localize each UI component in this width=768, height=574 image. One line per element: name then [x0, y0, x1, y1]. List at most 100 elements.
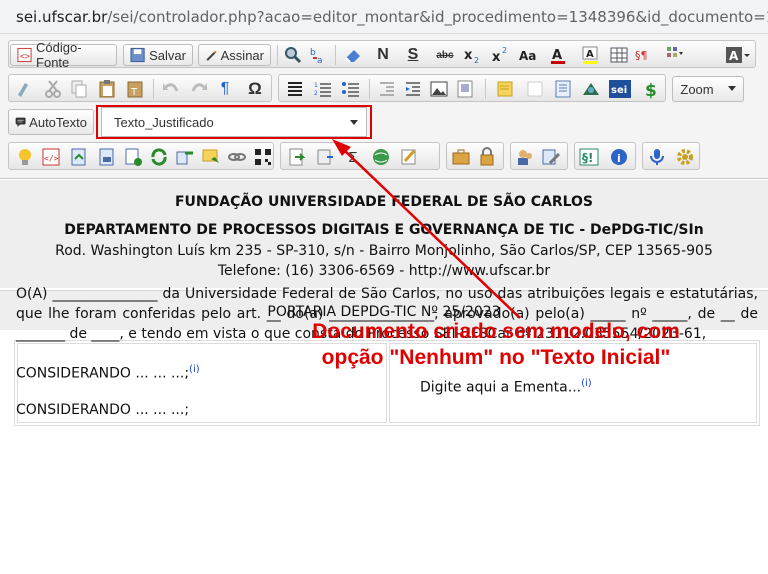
pen-icon	[206, 50, 217, 61]
svg-text:</>: </>	[44, 154, 59, 163]
justify-icon[interactable]	[285, 79, 305, 99]
svg-text:T: T	[130, 87, 138, 98]
svg-text:sei: sei	[611, 85, 627, 96]
annotation-text: Documento criado sem modelo, com opção "…	[312, 320, 680, 369]
svg-text:Aa: Aa	[519, 49, 536, 63]
sign-button[interactable]: Assinar	[198, 44, 271, 66]
org-name: FUNDAÇÃO UNIVERSIDADE FEDERAL DE SÃO CAR…	[174, 194, 594, 210]
indent-icon[interactable]	[403, 79, 423, 99]
save-icon	[130, 47, 145, 63]
separator	[153, 79, 154, 99]
background-color-icon[interactable]: A	[581, 45, 601, 65]
save-button[interactable]: Salvar	[123, 44, 193, 66]
dollar-icon[interactable]: $	[641, 79, 661, 99]
autotext-label: AutoTexto	[29, 114, 87, 130]
svg-text:x: x	[492, 50, 501, 65]
html-tag-icon[interactable]: </>	[41, 147, 61, 167]
link-process-icon[interactable]	[175, 147, 195, 167]
svg-text:2: 2	[502, 46, 507, 55]
info-icon[interactable]: i	[609, 147, 629, 167]
outdent-icon[interactable]	[377, 79, 397, 99]
replace-icon[interactable]: ba	[309, 45, 329, 65]
svg-text:1: 1	[314, 82, 318, 89]
sei-icon[interactable]: sei	[609, 79, 631, 99]
footnote-link[interactable]: (i)	[189, 364, 200, 375]
address-bar[interactable]: sei.ufscar.br/sei/controlador.php?acao=e…	[0, 0, 768, 34]
numbered-list-icon[interactable]: 12	[313, 79, 333, 99]
preview-icon[interactable]	[525, 79, 545, 99]
svg-text:$: $	[645, 81, 657, 99]
cut-icon[interactable]	[43, 79, 63, 99]
chevron-down-icon	[727, 86, 736, 91]
table-icon[interactable]	[609, 45, 629, 65]
uppercase-icon[interactable]: Aa	[519, 45, 539, 65]
paste-icon[interactable]	[97, 79, 117, 99]
superscript-icon[interactable]: x2	[491, 45, 511, 65]
source-code-button[interactable]: <> Código-Fonte	[10, 40, 117, 70]
export-icon[interactable]	[315, 147, 335, 167]
letterhead: FUNDAÇÃO UNIVERSIDADE FEDERAL DE SÃO CAR…	[0, 180, 768, 288]
source-code-label: Código-Fonte	[36, 40, 82, 70]
considerando-1-text: CONSIDERANDO ... ... ...;	[16, 365, 190, 382]
strikethrough-button[interactable]: abc	[433, 44, 457, 66]
font-icon[interactable]: A	[725, 45, 751, 65]
bold-button[interactable]: N	[373, 44, 393, 66]
bullet-list-icon[interactable]	[341, 79, 361, 99]
globe-icon[interactable]	[371, 147, 391, 167]
sign-label: Assinar	[220, 47, 264, 63]
doc-add-icon[interactable]	[123, 147, 143, 167]
undo-icon[interactable]	[161, 79, 181, 99]
zoom-label: Zoom	[680, 81, 714, 97]
eraser-icon[interactable]	[343, 45, 363, 65]
address: Rod. Washington Luís km 235 - SP-310, s/…	[55, 243, 713, 259]
special-chars-icon[interactable]: §¶	[635, 45, 655, 65]
paragraph-button[interactable]: ¶	[215, 78, 235, 100]
svg-text:§!: §!	[582, 151, 593, 165]
svg-text:<>: <>	[20, 51, 30, 61]
comment-icon[interactable]	[201, 147, 221, 167]
users-icon[interactable]	[515, 147, 535, 167]
briefcase-icon[interactable]	[451, 147, 471, 167]
grid-icon[interactable]	[665, 45, 685, 65]
toolbar-row-4b: Σ	[280, 142, 440, 170]
validation-icon[interactable]: §!	[579, 147, 599, 167]
separator	[369, 79, 370, 99]
copy-icon[interactable]	[69, 79, 89, 99]
page-break-icon[interactable]	[455, 79, 475, 99]
autotext-button[interactable]: AutoTexto	[8, 109, 94, 135]
doc-link-icon[interactable]	[69, 147, 89, 167]
spellcheck-icon[interactable]	[15, 79, 35, 99]
zoom-select[interactable]: Zoom	[672, 76, 744, 102]
edit-note-icon[interactable]	[399, 147, 419, 167]
chain-link-icon[interactable]	[227, 147, 247, 167]
lightbulb-icon[interactable]	[15, 147, 35, 167]
lock-doc-icon[interactable]	[477, 147, 497, 167]
svg-text:2: 2	[474, 56, 479, 65]
find-icon[interactable]	[283, 45, 303, 65]
annotation-highlight-box	[96, 105, 372, 139]
paste-text-icon[interactable]: T	[125, 79, 145, 99]
separator	[335, 45, 336, 65]
legislation-icon[interactable]	[581, 79, 601, 99]
note-icon[interactable]	[495, 79, 515, 99]
svg-text:x: x	[464, 48, 473, 63]
redo-icon[interactable]	[189, 79, 209, 99]
doc-view-icon[interactable]	[97, 147, 117, 167]
refresh-icon[interactable]	[149, 147, 169, 167]
qrcode-icon[interactable]	[253, 147, 273, 167]
insert-doc-icon[interactable]	[287, 147, 307, 167]
svg-text:A: A	[729, 49, 739, 63]
toolbar-row-2a: T ¶ Ω	[8, 74, 272, 102]
user-edit-icon[interactable]	[541, 147, 561, 167]
subscript-icon[interactable]: x2	[463, 45, 483, 65]
underline-button[interactable]: S	[403, 44, 423, 66]
text-color-icon[interactable]: A	[549, 45, 569, 65]
svg-text:A: A	[586, 49, 594, 60]
gear-icon[interactable]	[675, 147, 695, 167]
omega-button[interactable]: Ω	[245, 78, 265, 100]
document-icon[interactable]	[553, 79, 573, 99]
sigma-button[interactable]: Σ	[343, 146, 363, 168]
image-icon[interactable]	[429, 79, 449, 99]
microphone-icon[interactable]	[647, 147, 667, 167]
svg-text:A: A	[552, 48, 562, 63]
